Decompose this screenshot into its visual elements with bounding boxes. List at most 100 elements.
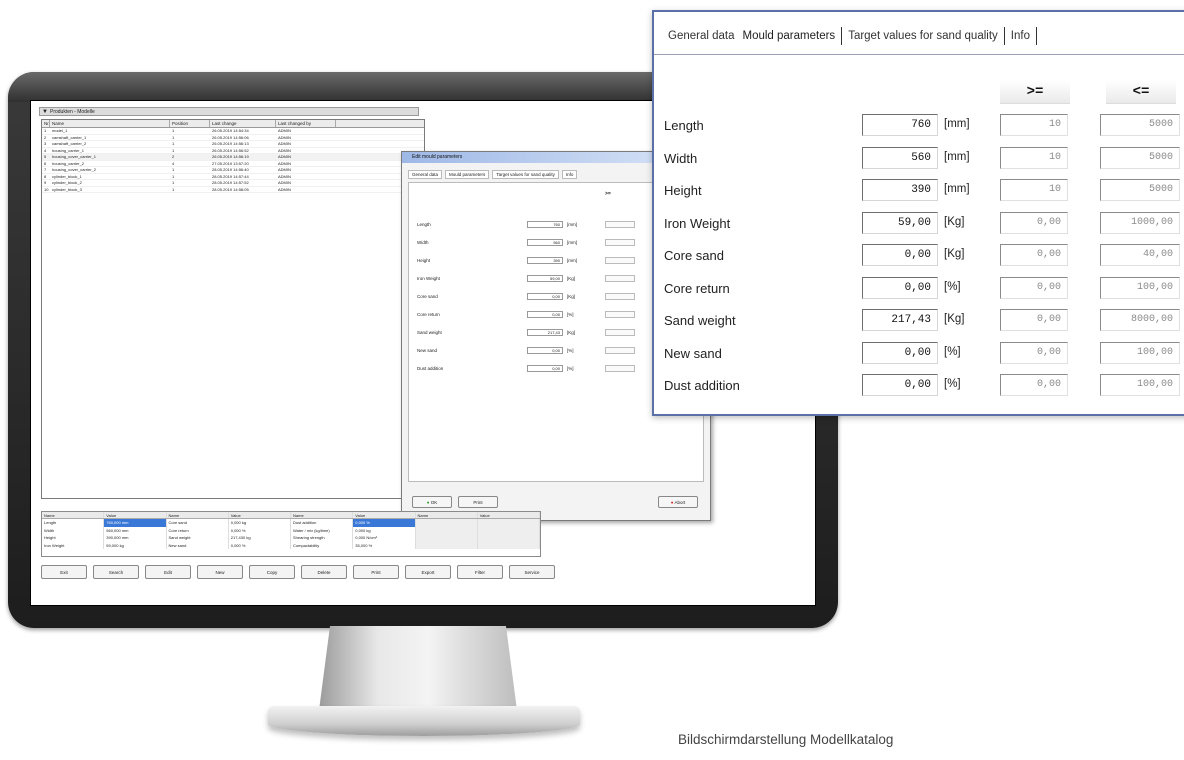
param-unit: [mm] <box>944 183 970 195</box>
param-row-new-sand: New sand 0,00 [%] 0,00 100,00 <box>654 341 1184 366</box>
param-value-input[interactable]: 217,43 <box>862 309 938 331</box>
details-cell: Dust addition <box>291 519 354 527</box>
small-param-value[interactable]: 0,00 <box>527 293 563 300</box>
param-max-input[interactable]: 5000 <box>1100 179 1180 201</box>
details-cell <box>415 519 478 527</box>
param-min-input[interactable]: 0,00 <box>1000 341 1068 364</box>
param-value-input[interactable]: 0,00 <box>862 341 938 364</box>
param-min-input[interactable]: 0,00 <box>1000 309 1068 331</box>
small-param-min[interactable] <box>605 347 635 354</box>
tab-info[interactable]: Info <box>1007 26 1034 46</box>
search-button[interactable]: Search <box>93 565 139 579</box>
details-cell: 59,000 kg <box>104 541 167 549</box>
new-button[interactable]: New <box>197 565 243 579</box>
table-row[interactable]: 10 cylinder_block_3 1 28.05.2019 14:58:05 AD… <box>42 186 424 193</box>
ok-button[interactable]: ● OK <box>412 496 452 508</box>
details-cell <box>415 526 478 534</box>
param-max-input[interactable]: 100,00 <box>1100 276 1180 299</box>
small-param-min[interactable] <box>605 257 635 264</box>
param-label: Core sand <box>664 248 724 263</box>
param-min-input[interactable]: 10 <box>1000 114 1068 136</box>
grid-header-position[interactable]: Position <box>170 120 210 127</box>
details-cell <box>477 526 540 534</box>
param-max-input[interactable]: 1000,00 <box>1100 211 1180 234</box>
small-param-min[interactable] <box>605 329 635 336</box>
param-min-input[interactable]: 0,00 <box>1000 244 1068 266</box>
param-max-input[interactable]: 5000 <box>1100 114 1180 136</box>
edit-dialog-tabs: General data Mould parameters Target val… <box>408 170 578 179</box>
tab-info-small[interactable]: Info <box>561 170 578 179</box>
small-param-value[interactable]: 760 <box>527 221 563 228</box>
small-param-label: Dust addition <box>417 366 444 371</box>
param-min-input[interactable]: 0,00 <box>1000 374 1068 396</box>
table-cell: 1 <box>172 173 175 179</box>
param-value-input[interactable]: 59,00 <box>862 211 938 234</box>
param-value-input[interactable]: 0,00 <box>862 276 938 299</box>
tab-mould-parameters[interactable]: Mould parameters <box>739 26 840 46</box>
param-min-input[interactable]: 0,00 <box>1000 211 1068 234</box>
details-header: Name <box>167 512 229 518</box>
param-label: Length <box>664 118 704 133</box>
table-cell: 2 <box>44 134 47 140</box>
small-param-min[interactable] <box>605 365 635 372</box>
grid-header-name[interactable]: Name <box>50 120 170 127</box>
export-button[interactable]: Export <box>405 565 451 579</box>
abort-button[interactable]: ● Abort <box>658 496 698 508</box>
service-button[interactable]: Service <box>509 565 555 579</box>
details-cell: New sand <box>167 541 229 549</box>
table-cell: cylinder_block_2 <box>52 180 82 185</box>
grid-header-last-change[interactable]: Last change <box>210 120 276 127</box>
small-param-value[interactable]: 0,00 <box>527 311 563 318</box>
model-grid[interactable]: Nr. Name Position Last change Last chang… <box>41 119 425 499</box>
details-cell: Water / mix (kg/time) <box>291 526 354 534</box>
table-cell: 6 <box>44 160 47 166</box>
param-max-input[interactable]: 100,00 <box>1100 374 1180 396</box>
small-param-min[interactable] <box>605 275 635 282</box>
param-value-input[interactable]: 0,00 <box>862 244 938 266</box>
small-param-min[interactable] <box>605 311 635 318</box>
tab-mould-parameters-small[interactable]: Mould parameters <box>445 170 490 179</box>
details-cell <box>477 534 540 542</box>
grid-header-last-changed-by[interactable]: Last changed by <box>276 120 336 127</box>
param-unit: [mm] <box>944 118 970 130</box>
grid-header-nr[interactable]: Nr. <box>42 120 50 127</box>
small-param-min[interactable] <box>605 239 635 246</box>
param-max-input[interactable]: 40,00 <box>1100 244 1180 266</box>
delete-button[interactable]: Delete <box>301 565 347 579</box>
tab-general-data-small[interactable]: General data <box>408 170 443 179</box>
small-param-value[interactable]: 217,43 <box>527 329 563 336</box>
param-max-input[interactable]: 8000,00 <box>1100 309 1180 331</box>
small-param-value[interactable]: 390 <box>527 257 563 264</box>
details-cell: 760,000 mm <box>104 519 167 527</box>
small-param-value[interactable]: 560 <box>527 239 563 246</box>
param-max-input[interactable]: 5000 <box>1100 146 1180 169</box>
print-toolbar-button[interactable]: Print <box>353 565 399 579</box>
param-min-input[interactable]: 10 <box>1000 146 1068 169</box>
param-max-input[interactable]: 100,00 <box>1100 341 1180 364</box>
param-value-input[interactable]: 560 <box>862 146 938 169</box>
exit-button[interactable]: Exit <box>41 565 87 579</box>
tab-target-values-small[interactable]: Target values for sand quality <box>492 170 559 179</box>
param-min-input[interactable]: 10 <box>1000 179 1068 201</box>
table-cell: 10 <box>44 186 49 192</box>
copy-button[interactable]: Copy <box>249 565 295 579</box>
small-param-min[interactable] <box>605 221 635 228</box>
small-param-value[interactable]: 0,00 <box>527 365 563 372</box>
tab-target-values[interactable]: Target values for sand quality <box>844 26 1002 46</box>
small-param-min[interactable] <box>605 293 635 300</box>
table-cell: 1 <box>172 147 175 153</box>
param-value-input[interactable]: 0,00 <box>862 374 938 396</box>
tab-general-data[interactable]: General data <box>664 26 739 46</box>
details-cell <box>477 541 540 549</box>
param-value-input[interactable]: 390 <box>862 179 938 201</box>
filter-button[interactable]: Filter <box>457 565 503 579</box>
small-param-value[interactable]: 0,00 <box>527 347 563 354</box>
param-value-input[interactable]: 760 <box>862 114 938 136</box>
edit-button[interactable]: Edit <box>145 565 191 579</box>
table-cell: 3 <box>44 141 47 146</box>
table-cell: camshaft_carrier_2 <box>52 141 87 146</box>
param-min-input[interactable]: 0,00 <box>1000 276 1068 299</box>
print-button[interactable]: Print <box>458 496 498 508</box>
table-cell: camshaft_carrier_1 <box>52 134 87 140</box>
small-param-value[interactable]: 59,00 <box>527 275 563 282</box>
